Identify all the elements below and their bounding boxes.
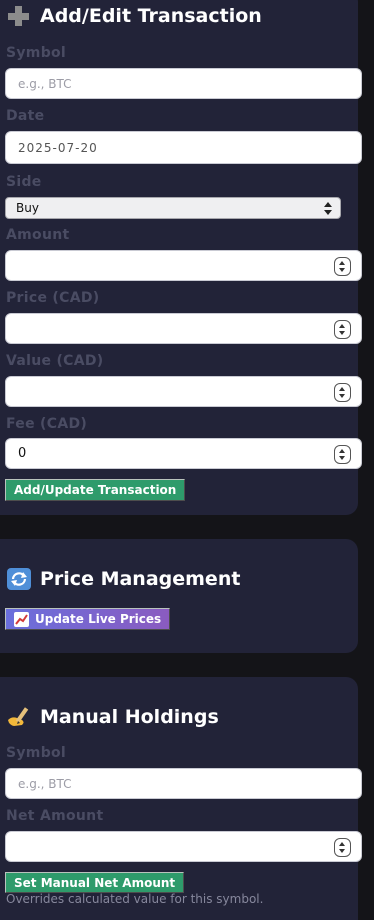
refresh-icon: [6, 568, 32, 590]
fee-label: Fee (CAD): [6, 416, 88, 432]
date-input[interactable]: 2025-07-20: [5, 131, 362, 164]
transaction-title: Add/Edit Transaction: [6, 5, 262, 27]
price-management-title: Price Management: [6, 568, 240, 590]
amount-label: Amount: [6, 227, 70, 243]
fee-stepper-icon[interactable]: [334, 445, 351, 464]
value-stepper-icon[interactable]: [334, 383, 351, 402]
side-select-value: Buy: [16, 201, 39, 215]
net-amount-stepper-icon[interactable]: [334, 838, 351, 857]
set-manual-net-amount-button[interactable]: Set Manual Net Amount: [5, 872, 185, 893]
side-select[interactable]: Buy: [5, 197, 341, 219]
fee-value: 0: [18, 446, 27, 461]
symbol-input[interactable]: e.g., BTC: [5, 68, 362, 99]
price-input[interactable]: [5, 313, 362, 344]
plus-icon: [6, 5, 32, 27]
date-label: Date: [6, 108, 45, 124]
manual-holdings-card: Manual Holdings Symbol e.g., BTC Net Amo…: [0, 677, 362, 920]
select-arrows-icon: [324, 202, 332, 215]
manual-holdings-hint: Overrides calculated value for this symb…: [6, 892, 264, 906]
value-label: Value (CAD): [6, 353, 104, 369]
manual-symbol-label: Symbol: [6, 745, 67, 761]
price-management-card: Price Management Update Live Prices: [0, 539, 358, 653]
manual-holdings-title: Manual Holdings: [6, 706, 219, 728]
net-amount-input[interactable]: [5, 831, 362, 862]
manual-symbol-input[interactable]: e.g., BTC: [5, 768, 362, 799]
transaction-card: Add/Edit Transaction Symbol e.g., BTC Da…: [0, 0, 362, 515]
price-stepper-icon[interactable]: [334, 320, 351, 339]
writing-hand-icon: [6, 706, 32, 728]
price-label: Price (CAD): [6, 290, 100, 306]
amount-stepper-icon[interactable]: [334, 257, 351, 276]
update-live-prices-button[interactable]: Update Live Prices: [5, 608, 171, 630]
side-label: Side: [6, 174, 42, 190]
value-input[interactable]: [5, 376, 362, 407]
add-update-transaction-button[interactable]: Add/Update Transaction: [5, 479, 186, 501]
symbol-label: Symbol: [6, 45, 67, 61]
fee-input[interactable]: 0: [5, 438, 362, 469]
amount-input[interactable]: [5, 250, 362, 281]
net-amount-label: Net Amount: [6, 808, 104, 824]
chart-up-icon: [14, 611, 29, 627]
